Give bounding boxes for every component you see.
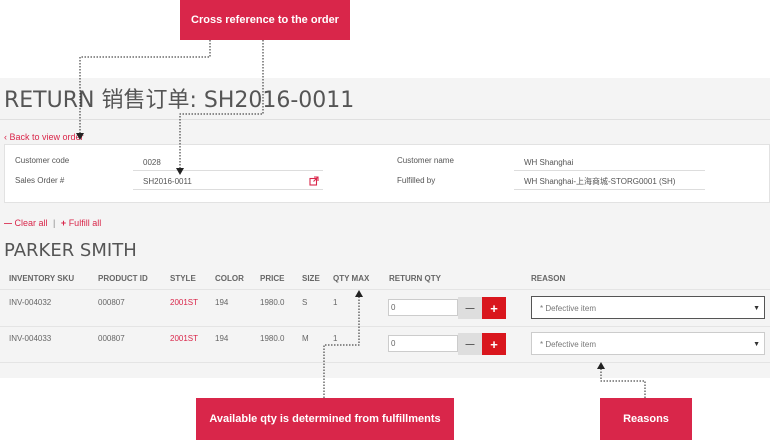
header-inventory-sku: INVENTORY SKU [9,274,75,283]
increase-qty-button[interactable]: + [482,297,506,319]
order-info-panel: Customer code 0028 Sales Order # SH2016-… [4,144,770,203]
row-divider [0,326,770,327]
cell-sku: INV-004032 [9,298,52,307]
cell-size: S [302,298,308,307]
header-qty-max: QTY MAX [333,274,370,283]
reason-value: * Defective item [540,304,597,313]
minus-icon: — [465,303,475,313]
cell-price: 1980.0 [260,334,285,343]
clear-all-link[interactable]: — Clear all [4,218,50,228]
cell-qty-max: 1 [333,334,338,343]
fulfill-all-link[interactable]: + Fulfill all [58,218,101,228]
plus-icon: + [60,218,67,228]
cell-style[interactable]: 2001ST [170,334,198,343]
sales-order-field[interactable]: SH2016-0011 [133,176,323,190]
fulfilled-by-label: Fulfilled by [397,176,436,185]
cell-size: M [302,334,309,343]
cell-qty-max: 1 [333,298,338,307]
callout-available-qty: Available qty is determined from fulfill… [196,398,454,440]
callout-cross-reference: Cross reference to the order [180,0,350,40]
minus-icon: — [4,219,12,228]
header-price: PRICE [260,274,285,283]
customer-name-value: WH Shanghai [514,157,705,171]
header-size: SIZE [302,274,320,283]
back-to-order-link[interactable]: ‹ Back to view order [4,132,84,142]
minus-icon: — [465,339,475,349]
row-divider [0,362,770,363]
bulk-actions: — Clear all | + Fulfill all [4,218,101,228]
external-link-icon[interactable] [309,176,319,186]
caret-down-icon: ▼ [753,305,760,312]
cell-sku: INV-004033 [9,334,52,343]
header-reason: REASON [531,274,566,283]
cell-color: 194 [215,298,229,307]
cell-product-id: 000807 [98,334,125,343]
return-qty-input[interactable]: 0 [388,335,458,352]
decrease-qty-button[interactable]: — [458,297,482,319]
cell-price: 1980.0 [260,298,285,307]
cell-color: 194 [215,334,229,343]
cell-product-id: 000807 [98,298,125,307]
customer-code-label: Customer code [15,156,70,165]
cell-style[interactable]: 2001ST [170,298,198,307]
increase-qty-button[interactable]: + [482,333,506,355]
decrease-qty-button[interactable]: — [458,333,482,355]
sales-order-value: SH2016-0011 [143,177,192,186]
plus-icon: + [490,336,498,352]
callout-reasons: Reasons [600,398,692,440]
header-product-id: PRODUCT ID [98,274,148,283]
return-qty-input[interactable]: 0 [388,299,458,316]
reason-select[interactable]: * Defective item ▼ [531,332,765,355]
customer-code-value: 0028 [133,157,323,171]
caret-down-icon: ▼ [753,341,760,348]
customer-name-heading: PARKER SMITH [4,240,137,261]
header-return-qty: RETURN QTY [389,274,441,283]
sales-order-label: Sales Order # [15,176,65,185]
chevron-left-icon: ‹ [4,132,7,142]
actions-separator: | [53,218,56,228]
plus-icon: + [490,300,498,316]
reason-select[interactable]: * Defective item ▼ [531,296,765,319]
header-style: STYLE [170,274,196,283]
customer-name-label: Customer name [397,156,454,165]
page-title: RETURN 销售订单: SH2016-0011 [4,88,355,113]
fulfilled-by-value: WH Shanghai-上海商城-STORG0001 (SH) [514,176,705,190]
header-divider [0,289,770,290]
title-divider [0,119,770,120]
header-color: COLOR [215,274,244,283]
reason-value: * Defective item [540,340,597,349]
back-link-label: Back to view order [9,132,84,142]
